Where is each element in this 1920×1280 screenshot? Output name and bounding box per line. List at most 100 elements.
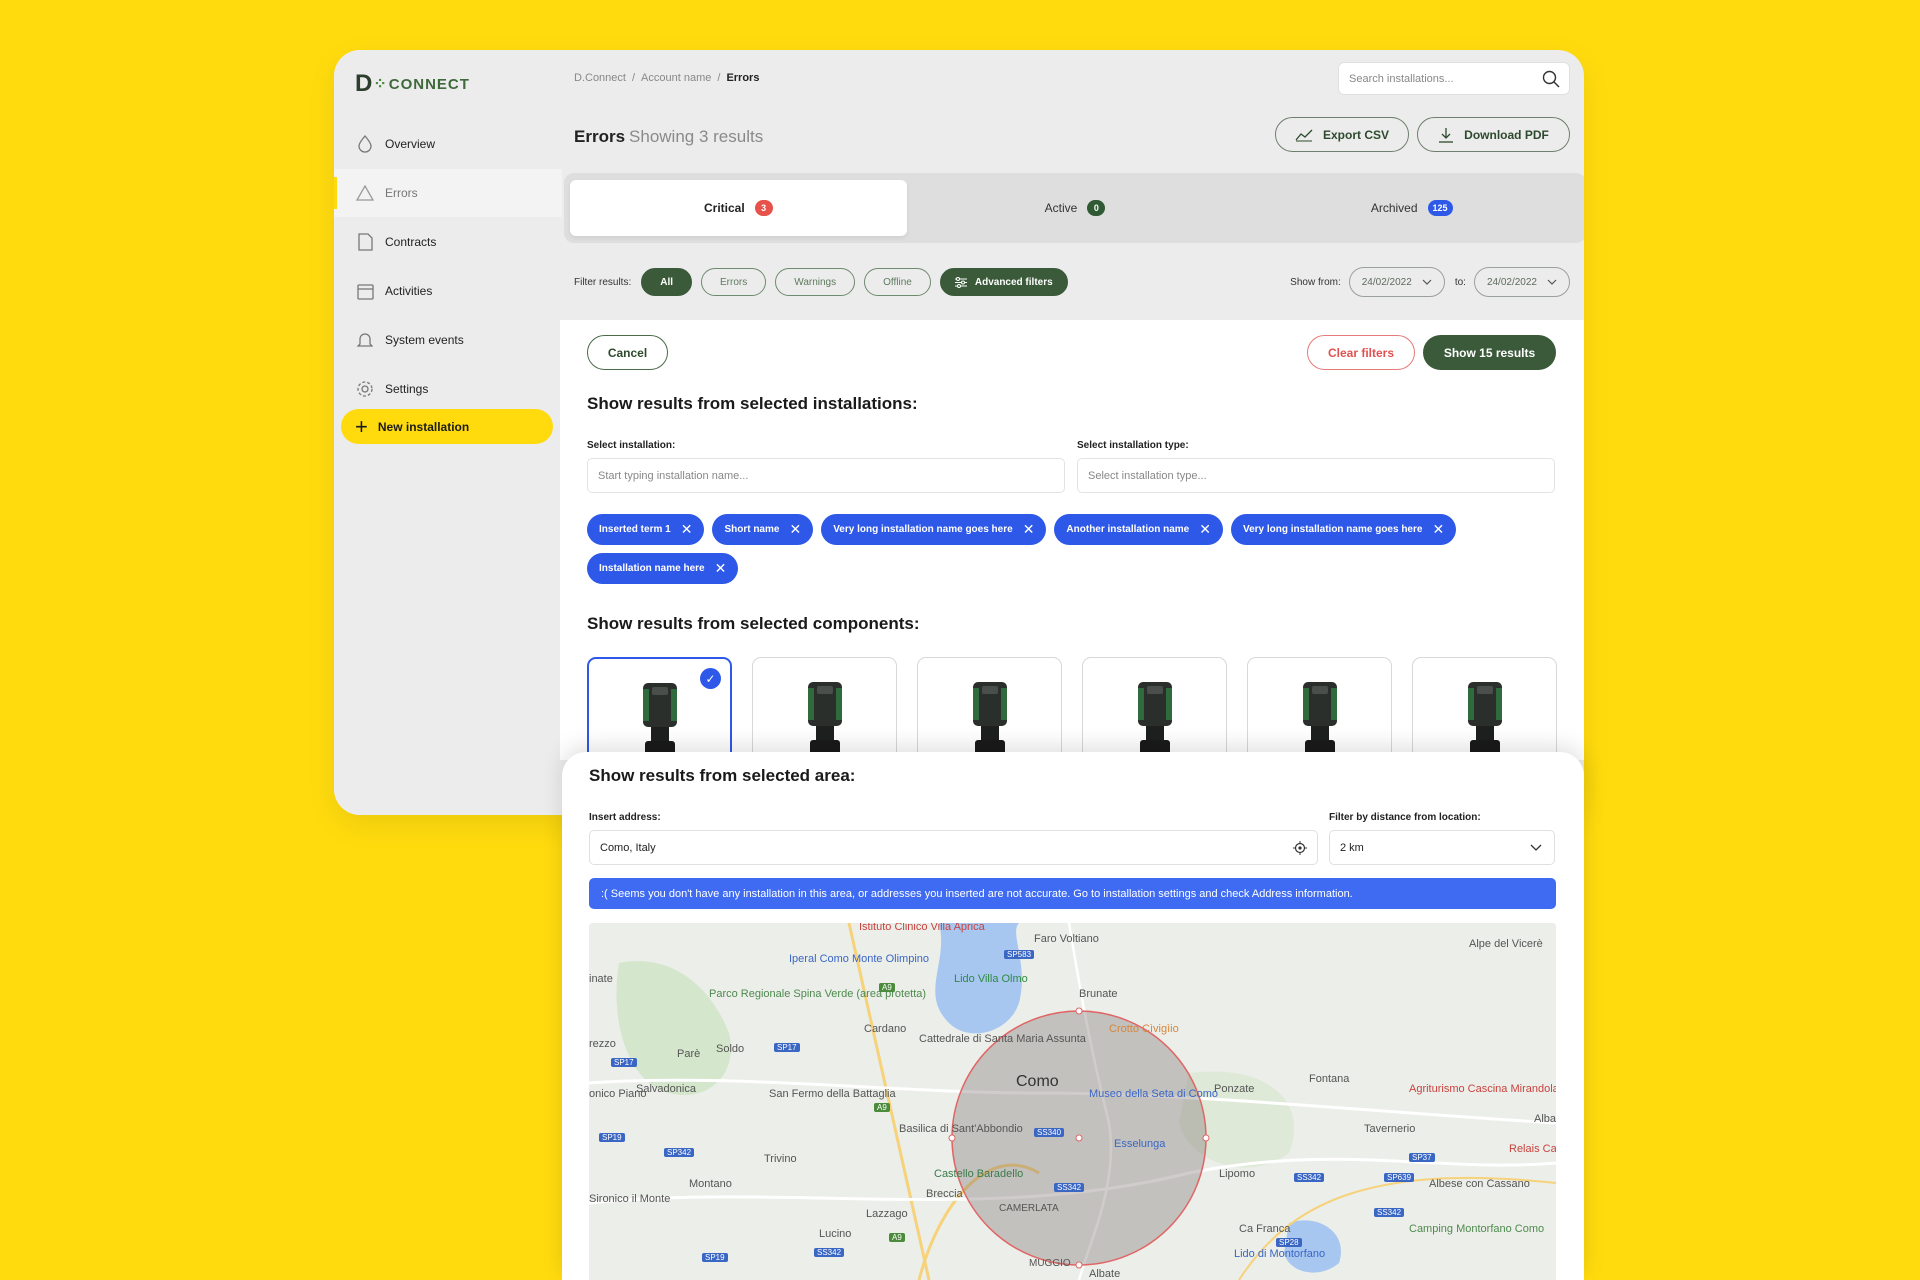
- cancel-button[interactable]: Cancel: [587, 335, 668, 370]
- show-results-button[interactable]: Show 15 results: [1423, 335, 1556, 370]
- component-card[interactable]: ✓: [587, 657, 732, 757]
- logo-d: D: [355, 70, 372, 97]
- map-label: Breccia: [926, 1188, 963, 1200]
- area-heading: Show results from selected area:: [589, 766, 856, 785]
- filter-chip-all[interactable]: All: [641, 268, 693, 296]
- component-card[interactable]: [1082, 657, 1227, 757]
- filter-bar: Filter results: All Errors Warnings Offl…: [574, 267, 1570, 297]
- map-label: Lazzago: [866, 1208, 908, 1220]
- installations-heading: Show results from selected installations…: [587, 394, 918, 413]
- map-label: Lipomo: [1219, 1168, 1256, 1180]
- map-label: Basilica di Sant'Abbondio: [899, 1123, 1023, 1135]
- sidebar-item-errors[interactable]: Errors: [334, 169, 562, 217]
- component-card[interactable]: [752, 657, 897, 757]
- installation-tag: Very long installation name goes here ✕: [1230, 514, 1457, 545]
- tag-label: Short name: [724, 524, 780, 535]
- download-pdf-button[interactable]: Download PDF: [1417, 117, 1570, 152]
- close-icon[interactable]: ✕: [1432, 521, 1444, 538]
- tab-archived[interactable]: Archived 125: [1243, 180, 1580, 236]
- tag-label: Installation name here: [599, 563, 705, 574]
- pump-icon: [1137, 682, 1172, 757]
- map-label: MUGGIO: [1029, 1258, 1071, 1269]
- component-card[interactable]: [917, 657, 1062, 757]
- map-label: Alba: [1534, 1113, 1556, 1125]
- check-icon: ✓: [700, 668, 721, 689]
- installation-name-placeholder: Start typing installation name...: [598, 469, 749, 482]
- sidebar-item-contracts[interactable]: Contracts: [334, 218, 562, 266]
- component-cards: ✓: [587, 657, 1577, 757]
- count-badge: 0: [1087, 200, 1106, 216]
- installation-name-input[interactable]: Start typing installation name...: [587, 458, 1065, 493]
- close-icon[interactable]: ✕: [789, 521, 801, 538]
- map-label: Museo della Seta di Como: [1089, 1088, 1219, 1100]
- map-label: Parè: [677, 1048, 701, 1060]
- road-shield: SS340: [1034, 1128, 1065, 1137]
- road-shield: SS342: [1054, 1183, 1085, 1192]
- map-label: Istituto Clinico Villa Aprica: [859, 923, 985, 933]
- map-label: Albese con Cassano: [1429, 1178, 1530, 1190]
- logo-dots-icon: ⁘: [373, 76, 387, 93]
- export-csv-button[interactable]: Export CSV: [1275, 117, 1409, 152]
- close-icon[interactable]: ✕: [715, 560, 727, 577]
- sidebar-item-activities[interactable]: Activities: [334, 267, 562, 315]
- road-shield: A9: [879, 983, 895, 992]
- page-title: Errors Showing 3 results: [574, 127, 763, 147]
- show-results-label: Show 15 results: [1443, 345, 1536, 360]
- installation-tag: Installation name here ✕: [587, 553, 739, 584]
- search-icon[interactable]: [1542, 70, 1560, 91]
- new-installation-button[interactable]: + New installation: [341, 409, 553, 444]
- distance-select[interactable]: 2 km: [1329, 830, 1555, 865]
- road-shield: A9: [889, 1233, 905, 1242]
- map[interactable]: Istituto Clinico Villa Aprica Faro Volti…: [589, 923, 1556, 1280]
- close-icon[interactable]: ✕: [1023, 521, 1035, 538]
- map-label: Albate: [1089, 1268, 1121, 1280]
- filter-chip-offline[interactable]: Offline: [864, 268, 931, 296]
- search-input[interactable]: Search installations...: [1338, 62, 1570, 95]
- to-date-select[interactable]: 24/02/2022: [1473, 267, 1570, 297]
- selected-installation-tags: Inserted term 1 ✕ Short name ✕ Very long i…: [587, 514, 1567, 592]
- sidebar-item-overview[interactable]: Overview: [334, 120, 562, 168]
- sidebar: D ⁘ CONNECT Overview Errors Contracts Ac…: [334, 50, 562, 815]
- breadcrumb-account[interactable]: Account name: [641, 72, 711, 84]
- road-shield: SP37: [1409, 1153, 1435, 1162]
- chevron-down-icon: [1422, 279, 1432, 285]
- from-date-select[interactable]: 24/02/2022: [1348, 267, 1445, 297]
- tag-label: Another installation name: [1066, 524, 1190, 535]
- sidebar-item-system-events[interactable]: System events: [334, 316, 562, 364]
- count-badge: 3: [754, 200, 773, 216]
- address-input[interactable]: Como, Italy: [589, 830, 1318, 865]
- advanced-filters-button[interactable]: Advanced filters: [939, 268, 1068, 296]
- sidebar-item-settings[interactable]: Settings: [334, 365, 562, 413]
- breadcrumb-root[interactable]: D.Connect: [574, 72, 626, 84]
- map-label: Fontana: [1309, 1073, 1350, 1085]
- pump-icon: [807, 682, 842, 757]
- tabs: Critical 3 Active 0 Archived 125: [564, 173, 1584, 243]
- tab-critical[interactable]: Critical 3: [570, 180, 907, 236]
- sidebar-item-label: Overview: [385, 137, 436, 151]
- road-shield: SP19: [599, 1133, 625, 1142]
- tab-active[interactable]: Active 0: [907, 180, 1244, 236]
- logo-text: CONNECT: [388, 75, 470, 93]
- map-label: Castello Baradello: [934, 1168, 1024, 1180]
- road-shield: SS342: [1294, 1173, 1325, 1182]
- installation-tag: Another installation name ✕: [1054, 514, 1223, 545]
- distance-label: Filter by distance from location:: [1329, 812, 1481, 823]
- road-shield: SP17: [611, 1058, 637, 1067]
- installation-type-select[interactable]: Select installation type...: [1077, 458, 1555, 493]
- map-label: Alpe del Vicerè: [1469, 938, 1543, 950]
- component-card[interactable]: [1247, 657, 1392, 757]
- sliders-icon: [954, 276, 967, 288]
- select-installation-label: Select installation:: [587, 440, 676, 451]
- close-icon[interactable]: ✕: [681, 521, 693, 538]
- component-card[interactable]: [1412, 657, 1557, 757]
- page-title-text: Errors: [574, 127, 626, 146]
- filter-chip-warnings[interactable]: Warnings: [775, 268, 856, 296]
- map-label: Cattedrale di Santa Maria Assunta: [919, 1033, 1086, 1045]
- close-icon[interactable]: ✕: [1199, 521, 1211, 538]
- filter-chip-errors[interactable]: Errors: [701, 268, 767, 296]
- alert-text: :( Seems you don't have any installation…: [601, 887, 1353, 900]
- locate-icon[interactable]: [1293, 841, 1307, 858]
- clear-filters-button[interactable]: Clear filters: [1307, 335, 1415, 370]
- drop-icon: [356, 135, 374, 153]
- tab-label: Critical: [703, 201, 745, 215]
